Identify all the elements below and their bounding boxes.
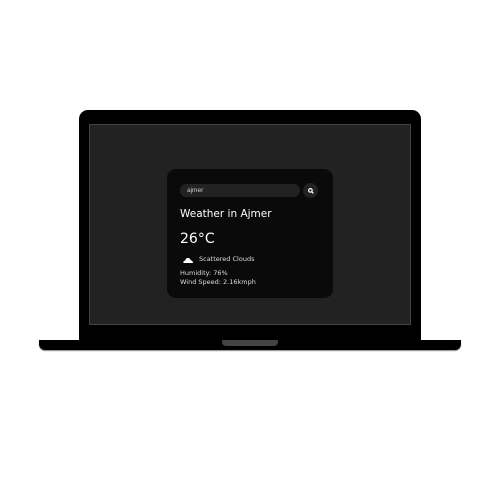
humidity: Humidity: 76% xyxy=(180,269,228,277)
temperature: 26°C xyxy=(180,231,215,247)
wind-speed: Wind Speed: 2.16kmph xyxy=(180,278,256,286)
weather-card: Weather in Ajmer 26°C Scattered Clouds H… xyxy=(167,169,333,298)
laptop-notch xyxy=(222,340,278,346)
weather-title: Weather in Ajmer xyxy=(180,208,272,220)
condition-row: Scattered Clouds xyxy=(183,255,254,263)
search-button[interactable] xyxy=(303,183,318,198)
search-input[interactable] xyxy=(180,184,300,197)
search-icon xyxy=(307,187,314,194)
condition-text: Scattered Clouds xyxy=(199,255,255,263)
cloud-icon xyxy=(183,257,193,263)
